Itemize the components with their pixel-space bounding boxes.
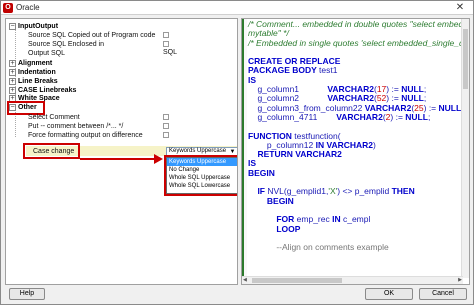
code-token: BEGIN	[248, 167, 275, 178]
code-line: IS	[248, 159, 468, 168]
source-copied-checkbox[interactable]	[163, 32, 169, 38]
code-line: BEGIN	[248, 195, 468, 206]
code-token: BEGIN	[248, 195, 294, 206]
code-token: emp_rec	[296, 214, 333, 225]
expand-icon[interactable]: +	[9, 86, 16, 94]
scrollbar-thumb[interactable]	[463, 29, 468, 89]
tree-section-alignment[interactable]: + Alignment	[9, 59, 52, 68]
code-token: RETURN VARCHAR2	[248, 149, 342, 160]
select-comment-checkbox[interactable]	[163, 114, 169, 120]
code-line: PACKAGE BODY test1	[248, 66, 468, 75]
editor-gutter	[244, 19, 247, 284]
cancel-button[interactable]: Cancel	[419, 288, 467, 300]
expand-icon[interactable]: +	[9, 68, 16, 76]
dropdown-option[interactable]: No Change	[167, 166, 237, 174]
options-tree: − InputOutput Source SQL Copied out of Pr…	[5, 18, 238, 285]
tree-item-source-copied[interactable]: Source SQL Copied out of Program code	[28, 31, 155, 40]
tree-item-source-enclosed[interactable]: Source SQL Enclosed in	[28, 40, 104, 49]
code-token: VARCHAR2	[336, 111, 383, 122]
dropdown-option[interactable]: Keywords Uppercase	[167, 158, 237, 166]
code-token: 'X'	[328, 186, 338, 197]
code-token: test1	[319, 65, 338, 76]
code-line: /* Embedded in single quotes 'select emb…	[248, 37, 469, 48]
case-change-dropdown-list: Keywords Uppercase No Change Whole SQL U…	[166, 157, 237, 194]
horizontal-scrollbar[interactable]: ◀ ▶	[242, 276, 463, 284]
code-line: g_column_4711 VARCHAR2(2) := NULL;	[248, 111, 468, 122]
dropdown-option[interactable]: Whole SQL Uppercase	[167, 174, 237, 182]
oracle-dialog: O Oracle ✕ − InputOutput Source SQL Copie…	[0, 0, 474, 305]
code-line: LOOP	[248, 223, 468, 234]
code-token: NULL	[438, 102, 462, 113]
scroll-left-icon[interactable]: ◀	[243, 277, 247, 283]
code-token: g_column_4711	[248, 111, 337, 122]
code-token: ) :=	[390, 111, 406, 122]
code-token: /* Embedded in single quotes 'select emb…	[248, 37, 469, 48]
ok-button[interactable]: OK	[365, 288, 413, 300]
code-token: NULL	[405, 111, 428, 122]
code-line: RETURN VARCHAR2	[248, 150, 468, 159]
window-title: Oracle	[16, 3, 40, 12]
title-bar: O Oracle ✕	[1, 1, 473, 15]
help-button[interactable]: Help	[9, 288, 45, 300]
force-formatting-checkbox[interactable]	[163, 132, 169, 138]
code-line: BEGIN	[248, 167, 468, 178]
code-token: ) <> p_emplid	[337, 186, 392, 197]
tree-section-indentation[interactable]: + Indentation	[9, 68, 56, 77]
vertical-scrollbar[interactable]	[461, 19, 469, 278]
code-token: ;	[427, 111, 431, 122]
code-token: PACKAGE BODY	[248, 65, 320, 76]
sql-code[interactable]: /* Comment... embedded in double quotes …	[248, 19, 469, 253]
code-token: LOOP	[248, 223, 301, 234]
output-sql-value[interactable]: SQL	[163, 49, 177, 56]
sql-preview-editor[interactable]: /* Comment... embedded in double quotes …	[241, 18, 470, 285]
tree-item-output-sql[interactable]: Output SQL	[28, 49, 65, 58]
close-icon[interactable]: ✕	[450, 2, 470, 14]
tree-item-put-comment[interactable]: Put -- comment between /*... */	[28, 122, 123, 131]
code-token: )	[373, 139, 376, 150]
dropdown-option[interactable]: Whole SQL Lowercase	[167, 182, 237, 190]
expand-icon[interactable]: +	[9, 59, 16, 67]
tree-item-select-comment[interactable]: Select Comment	[28, 113, 80, 122]
code-line: --Align on comments example	[248, 242, 468, 253]
scroll-right-icon[interactable]: ▶	[458, 277, 462, 283]
annotation-arrow-head	[154, 154, 163, 164]
expand-icon[interactable]: +	[9, 77, 16, 85]
tree-section-line-breaks[interactable]: + Line Breaks	[9, 77, 58, 86]
code-token: THEN	[391, 186, 415, 197]
put-comment-checkbox[interactable]	[163, 123, 169, 129]
case-change-highlight-outline	[23, 143, 80, 159]
collapse-icon[interactable]: −	[9, 22, 16, 30]
scrollbar-thumb[interactable]	[252, 278, 342, 283]
tree-section-inputoutput[interactable]: − InputOutput	[9, 22, 58, 31]
code-token: --Align on comments example	[248, 242, 389, 253]
source-enclosed-checkbox[interactable]	[163, 41, 169, 47]
oracle-app-icon: O	[3, 3, 13, 13]
annotation-arrow	[80, 158, 156, 160]
code-token: c_empl	[342, 214, 371, 225]
code-token: IN	[332, 214, 343, 225]
tree-item-force-formatting[interactable]: Force formatting output on difference	[28, 131, 143, 140]
